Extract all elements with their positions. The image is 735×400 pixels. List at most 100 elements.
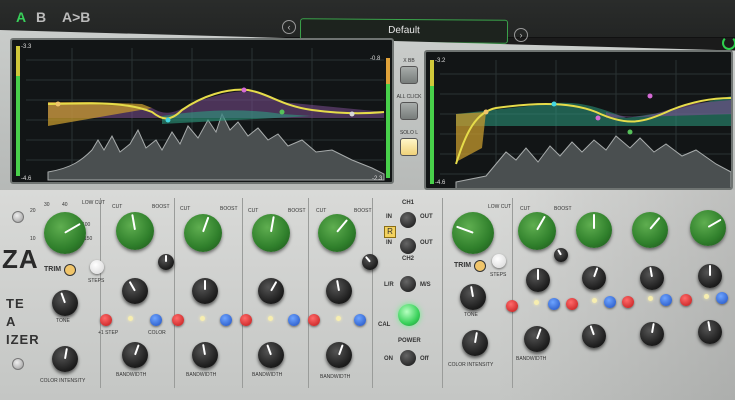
steps-button-right[interactable] [492,254,506,268]
band8-plus-step-button[interactable] [680,294,692,306]
band8-gain-knob[interactable] [690,210,726,246]
cal-label: CAL [378,322,391,328]
band2-color-button[interactable] [220,314,232,326]
brand-logo: ZA [2,244,39,274]
chevron-right-icon[interactable]: › [514,28,528,42]
ch2-in-out-toggle[interactable] [400,238,416,254]
band4-small-knob[interactable] [362,254,378,270]
band2-gain-knob[interactable] [184,214,222,252]
meter-label: -4.6 [435,180,446,186]
band3-freq-knob[interactable] [258,278,284,304]
cal-button[interactable] [398,304,420,326]
lr-ms-toggle[interactable] [400,276,416,292]
band1-gain-knob[interactable] [116,212,154,250]
band2-freq-knob[interactable] [192,278,218,304]
tone-knob-right[interactable] [460,284,486,310]
copy-a-to-b-button[interactable]: A>B [62,9,90,25]
trim-icon [64,264,76,276]
band7-plus-step-button[interactable] [622,296,634,308]
chevron-left-icon[interactable]: ‹ [282,20,296,34]
band1-bandwidth-knob[interactable] [122,342,148,368]
band8-bandwidth-knob[interactable] [698,320,722,344]
band5-gain-knob[interactable] [518,212,556,250]
band1-plus-step-button[interactable] [100,314,112,326]
band7-freq-knob[interactable] [640,266,664,290]
band4-bandwidth-knob[interactable] [326,342,352,368]
band3-plus-step-button[interactable] [240,314,252,326]
screw [12,358,24,370]
band4-color-button[interactable] [354,314,366,326]
band8-color-button[interactable] [716,292,728,304]
power-label: POWER [398,338,421,344]
band6-gain-knob[interactable] [576,212,612,248]
eq-display-left[interactable]: -3.3 -4.6 -0.8 -2.3 [10,38,394,184]
ch2-label: CH2 [402,256,415,262]
band5-small-knob[interactable] [554,248,568,262]
band1-small-knob[interactable] [158,254,174,270]
band2-led [200,316,205,321]
bandwidth-label: BANDWIDTH [252,372,283,378]
steps-button[interactable] [90,260,104,274]
eq-display-right[interactable]: -3.2 -4.6 [424,50,733,190]
cut-label: CUT [316,208,327,214]
band3-gain-knob[interactable] [252,214,290,252]
band6-color-button[interactable] [604,296,616,308]
color-intensity-knob[interactable] [52,346,78,372]
tone-label: TONE [56,318,70,324]
all-click-button[interactable] [400,102,418,120]
ch1-in-out-toggle[interactable] [400,212,416,228]
section-divider [174,198,175,388]
band7-color-button[interactable] [660,294,672,306]
boost-label: BOOST [152,204,170,210]
band5-bandwidth-knob[interactable] [524,326,550,352]
bandwidth-label: BANDWIDTH [116,372,147,378]
slot-a-button[interactable]: A [16,9,26,25]
band4-plus-step-button[interactable] [308,314,320,326]
meter-label: -2.3 [372,176,383,182]
band3-bandwidth-knob[interactable] [258,342,284,368]
low-cut-label: LOW CUT [488,204,512,210]
band6-freq-knob[interactable] [582,266,606,290]
band1-color-button[interactable] [150,314,162,326]
xbb-button[interactable] [400,66,418,84]
band5-plus-step-button[interactable] [506,300,518,312]
band4-freq-knob[interactable] [326,278,352,304]
power-toggle[interactable] [400,350,416,366]
section-divider [242,198,243,388]
scale-label: 20 [30,208,36,214]
low-cut-label: LOW CUT [82,200,106,206]
meter-label: -0.8 [370,56,381,62]
section-divider [308,198,309,388]
bandwidth-label: BANDWIDTH [320,374,351,380]
band4-gain-knob[interactable] [318,214,356,252]
band3-led [268,316,273,321]
slot-b-button[interactable]: B [36,9,46,25]
meter-label: -4.6 [21,176,32,182]
color-intensity-knob-right[interactable] [462,330,488,356]
low-cut-knob-right[interactable] [452,212,494,254]
band6-bandwidth-knob[interactable] [582,324,606,348]
meter-label: -3.3 [21,44,32,50]
band8-freq-knob[interactable] [698,264,722,288]
band5-led [534,300,539,305]
tone-knob[interactable] [52,290,78,316]
low-cut-knob[interactable] [44,212,86,254]
band3-color-button[interactable] [288,314,300,326]
color-intensity-label: COLOR INTENSITY [40,378,86,384]
eq-graph-left [16,46,390,181]
band7-gain-knob[interactable] [632,212,668,248]
cut-label: CUT [520,206,531,212]
power-icon[interactable] [722,36,735,50]
band5-freq-knob[interactable] [526,268,550,292]
band1-freq-knob[interactable] [122,278,148,304]
scale-label: 40 [62,202,68,208]
button-label: X BB [403,58,415,64]
band5-color-button[interactable] [548,298,560,310]
band2-plus-step-button[interactable] [172,314,184,326]
steps-label: STEPS [490,272,507,278]
solo-button[interactable] [400,138,418,156]
band6-plus-step-button[interactable] [566,298,578,310]
band7-bandwidth-knob[interactable] [640,322,664,346]
band8-led [704,294,709,299]
band2-bandwidth-knob[interactable] [192,342,218,368]
